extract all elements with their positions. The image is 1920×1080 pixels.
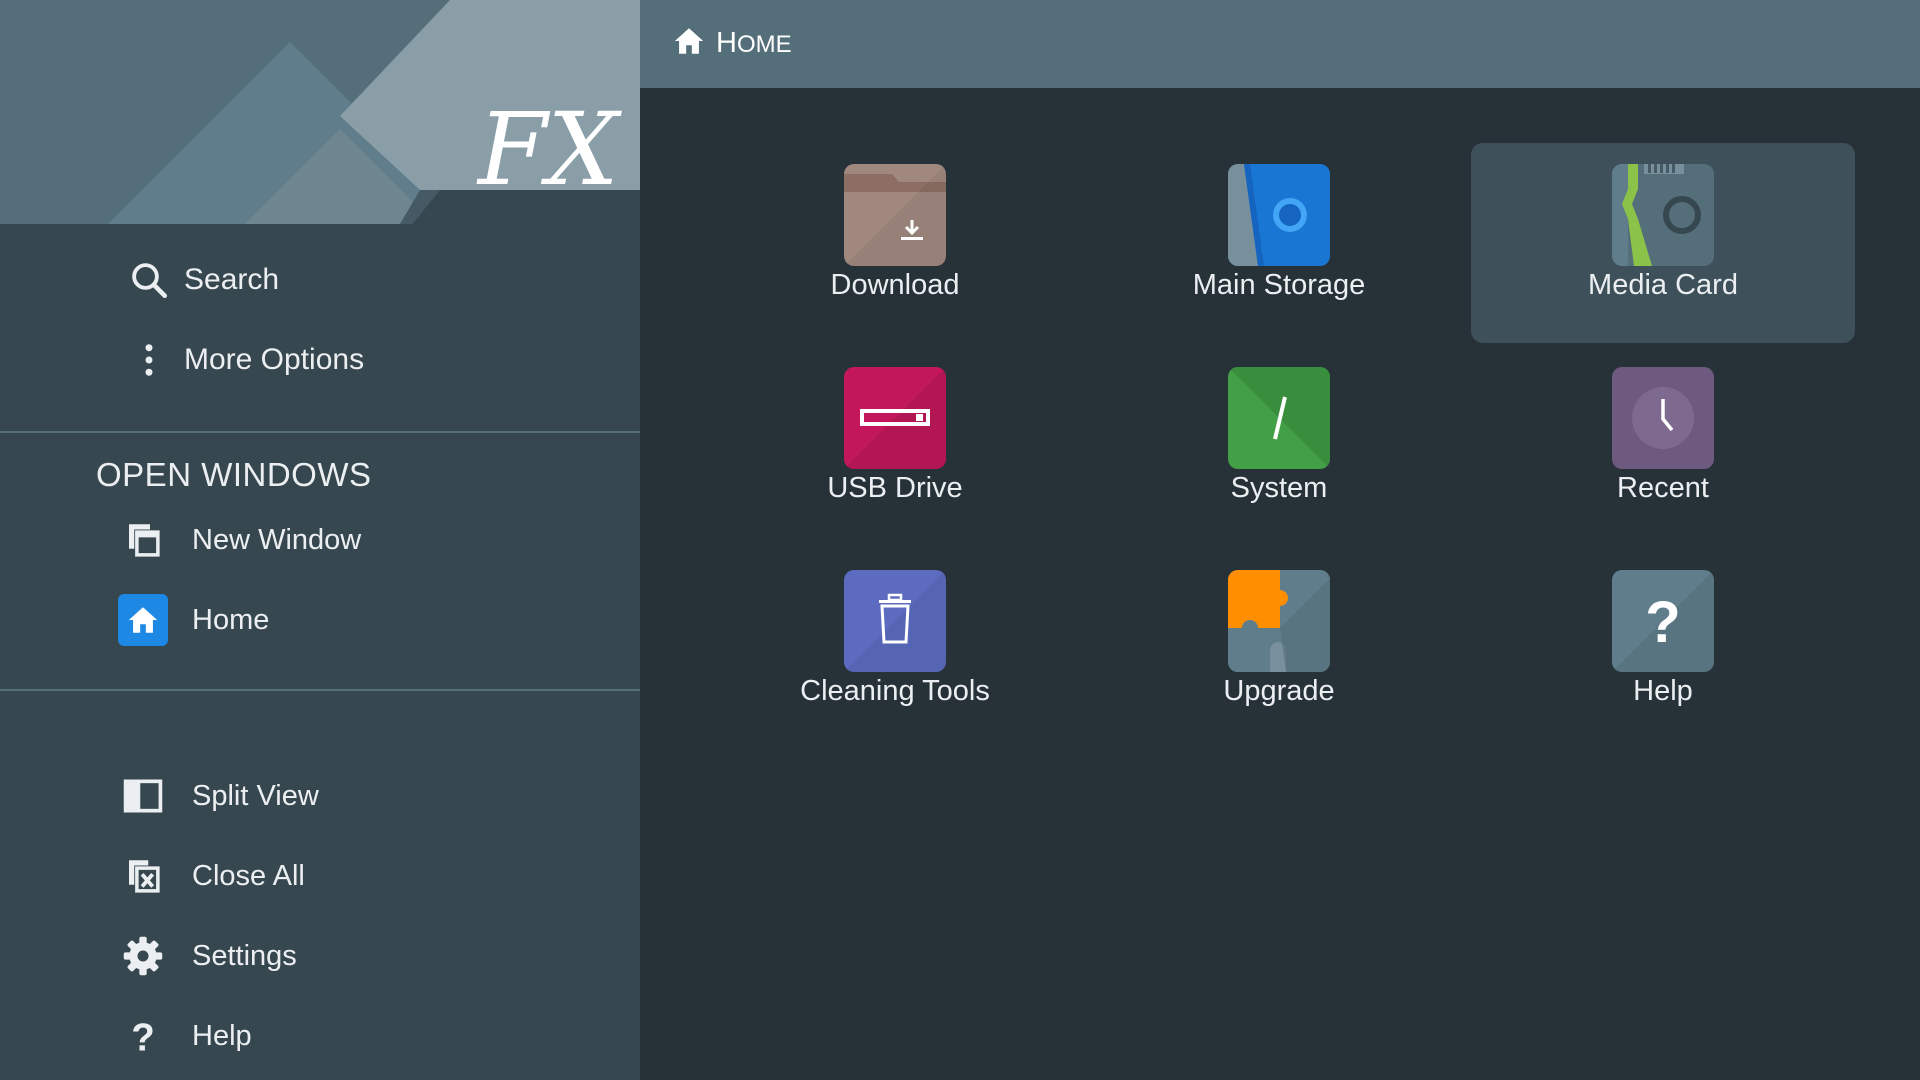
search-menu-item[interactable]: Search [0, 244, 640, 316]
download-folder-icon [844, 164, 946, 266]
drawer-divider [0, 689, 640, 691]
close-all-label: Close All [192, 859, 305, 892]
open-windows-heading: OPEN WINDOWS [96, 456, 372, 493]
app-logo: FX [476, 91, 622, 208]
download-tile[interactable]: Download [703, 143, 1087, 343]
new-window-icon [118, 515, 168, 565]
upgrade-tile[interactable]: Upgrade [1087, 549, 1471, 749]
new-window-label: New Window [192, 523, 362, 556]
download-label: Download [830, 269, 960, 301]
more-options-label: More Options [184, 343, 365, 376]
more-options-menu-item[interactable]: More Options [0, 324, 640, 396]
search-icon [124, 255, 174, 305]
navigation-drawer: FX Search More Options OPEN WINDOWS New … [0, 0, 640, 1080]
toolbar [640, 0, 1920, 88]
help-icon: ? [1612, 570, 1714, 672]
cleaning-tools-tile[interactable]: Cleaning Tools [703, 549, 1087, 749]
settings-label: Settings [192, 939, 297, 972]
media-card-tile[interactable]: Media Card [1471, 143, 1855, 343]
usb-drive-label: USB Drive [827, 472, 963, 504]
home-window-label: Home [192, 603, 270, 636]
close-all-menu-item[interactable]: Close All [0, 840, 640, 912]
clock-icon [1612, 367, 1714, 469]
drawer-divider [0, 431, 640, 433]
system-tile[interactable]: System [1087, 346, 1471, 546]
help-menu-item[interactable]: ? Help [0, 1000, 640, 1072]
recent-tile[interactable]: Recent [1471, 346, 1855, 546]
main-storage-icon [1228, 164, 1330, 266]
usb-drive-tile[interactable]: USB Drive [703, 346, 1087, 546]
more-vertical-icon [124, 335, 174, 385]
new-window-menu-item[interactable]: New Window [0, 504, 640, 576]
svg-text:?: ? [131, 1017, 155, 1058]
svg-text:?: ? [1645, 590, 1680, 655]
main-storage-label: Main Storage [1192, 269, 1366, 301]
help-label: Help [192, 1019, 252, 1052]
breadcrumb-label: HOME [716, 27, 792, 59]
close-all-icon [118, 851, 168, 901]
question-icon: ? [118, 1011, 168, 1061]
split-view-icon [118, 771, 168, 821]
upgrade-label: Upgrade [1223, 675, 1335, 707]
drawer-header-artwork: FX [0, 0, 640, 224]
search-label: Search [184, 263, 280, 296]
main-storage-tile[interactable]: Main Storage [1087, 143, 1471, 343]
settings-menu-item[interactable]: Settings [0, 920, 640, 992]
gear-icon [118, 931, 168, 981]
trash-icon [844, 570, 946, 672]
help-tile[interactable]: ? Help [1471, 549, 1855, 749]
breadcrumb[interactable]: HOME [672, 24, 792, 63]
cleaning-tools-label: Cleaning Tools [800, 675, 990, 707]
system-icon [1228, 367, 1330, 469]
usb-drive-icon [844, 367, 946, 469]
puzzle-icon [1228, 570, 1330, 672]
media-card-label: Media Card [1588, 269, 1738, 301]
media-card-icon [1612, 164, 1714, 266]
split-view-menu-item[interactable]: Split View [0, 760, 640, 832]
system-label: System [1230, 472, 1328, 504]
recent-label: Recent [1617, 472, 1709, 504]
home-icon [118, 594, 168, 646]
help-tile-label: Help [1633, 675, 1693, 707]
home-window-item[interactable]: Home [0, 584, 640, 656]
split-view-label: Split View [192, 779, 319, 812]
home-icon [672, 24, 706, 63]
